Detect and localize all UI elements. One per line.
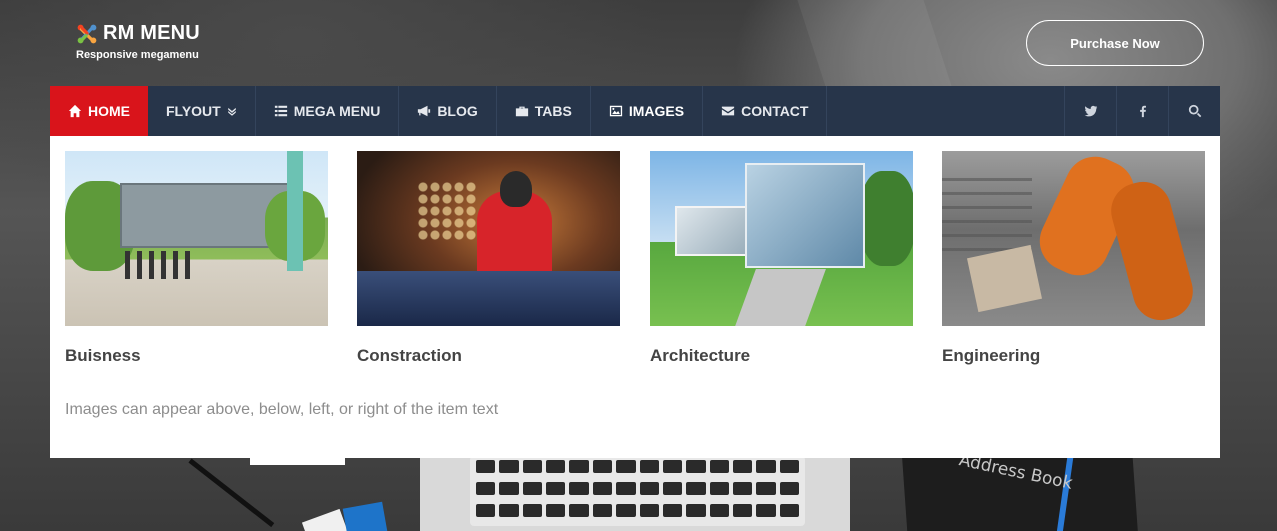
facebook-icon	[1139, 105, 1146, 118]
nav-label-tabs: TABS	[534, 103, 572, 119]
search-icon	[1188, 104, 1201, 118]
mega-item-label[interactable]: Constraction	[357, 346, 620, 366]
nav-item-home[interactable]: HOME	[50, 86, 148, 136]
nav-twitter-button[interactable]	[1064, 86, 1116, 136]
list-icon	[274, 105, 287, 117]
nav-facebook-button[interactable]	[1116, 86, 1168, 136]
mega-item-construction[interactable]: Constraction	[357, 151, 620, 366]
bullhorn-icon	[418, 105, 431, 117]
panel-note: Images can appear above, below, left, or…	[65, 401, 499, 418]
mega-item-architecture[interactable]: Architecture	[650, 151, 913, 366]
nav-item-tabs[interactable]: TABS	[497, 86, 591, 136]
nav-label-contact: CONTACT	[741, 103, 809, 119]
brand-subtitle: Responsive megamenu	[76, 49, 199, 61]
nav-item-mega-menu[interactable]: MEGA MENU	[256, 86, 400, 136]
purchase-now-button[interactable]: Purchase Now	[1026, 20, 1204, 66]
joomla-logo-icon	[77, 24, 97, 43]
nav-label-flyout: FLYOUT	[166, 103, 221, 119]
engineering-robot-image[interactable]	[942, 151, 1205, 326]
nav-search-button[interactable]	[1168, 86, 1220, 136]
chevron-double-down-icon	[227, 107, 236, 116]
twitter-icon	[1084, 105, 1097, 117]
nav-item-contact[interactable]: CONTACT	[703, 86, 828, 136]
mega-item-label[interactable]: Architecture	[650, 346, 913, 366]
mega-item-engineering[interactable]: Engineering	[942, 151, 1205, 366]
nav-label-mega-menu: MEGA MENU	[293, 103, 381, 119]
mega-item-label[interactable]: Buisness	[65, 346, 328, 366]
nav-label-blog: BLOG	[437, 103, 478, 119]
nav-item-flyout[interactable]: FLYOUT	[148, 86, 256, 136]
mega-menu-panel: Buisness Constraction Architecture Engin…	[50, 136, 1220, 458]
nav-item-images[interactable]: IMAGES	[591, 86, 704, 136]
nav-label-images: IMAGES	[628, 103, 685, 119]
brand-title: RM MENU	[103, 22, 200, 44]
home-icon	[68, 104, 82, 118]
briefcase-icon	[515, 106, 528, 117]
envelope-icon	[721, 106, 735, 116]
business-campus-image[interactable]	[65, 151, 328, 326]
nav-item-blog[interactable]: BLOG	[399, 86, 497, 136]
image-icon	[609, 105, 622, 117]
main-nav: HOME FLYOUT MEGA MENU BLOG TABS IMAGES C…	[50, 86, 1220, 136]
construction-welder-image[interactable]	[357, 151, 620, 326]
mega-item-label[interactable]: Engineering	[942, 346, 1205, 366]
mega-item-business[interactable]: Buisness	[65, 151, 328, 366]
background-keyboard	[470, 456, 805, 526]
nav-label-home: HOME	[88, 103, 130, 119]
brand-logo[interactable]: RM MENU Responsive megamenu	[76, 22, 200, 61]
architecture-building-image[interactable]	[650, 151, 913, 326]
